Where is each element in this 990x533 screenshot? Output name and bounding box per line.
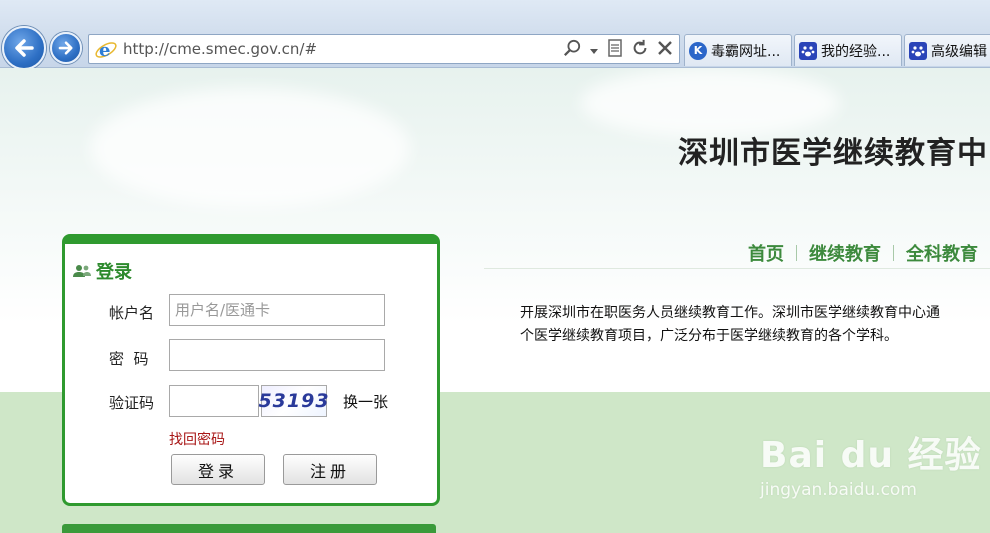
address-url[interactable]: http://cme.smec.gov.cn/#	[123, 40, 317, 58]
refresh-icon[interactable]	[631, 39, 649, 62]
nav-divider-line	[484, 268, 990, 269]
arrow-left-icon	[15, 39, 34, 57]
intro-line: 个医学继续教育项目，广泛分布于医学继续教育的各个学科。	[520, 328, 898, 344]
account-input[interactable]	[169, 294, 385, 326]
site-nav: 首页 继续教育 全科教育	[748, 240, 978, 266]
password-label: 密 码	[109, 350, 149, 368]
refresh-captcha-link[interactable]: 换一张	[343, 391, 388, 412]
browser-tab-1[interactable]: K 毒霸网址...	[684, 34, 792, 66]
login-panel: 登录 帐户名 密 码 验证码 53193 换一张 找回密码 登录 注册	[62, 234, 440, 506]
nav-general-practice[interactable]: 全科教育	[906, 240, 978, 266]
background-cloud	[90, 88, 410, 208]
watermark-logo-text: Bai du 经验	[760, 435, 982, 476]
address-bar[interactable]: e http://cme.smec.gov.cn/#	[88, 34, 680, 64]
next-panel-header	[62, 524, 436, 533]
password-input[interactable]	[169, 339, 385, 371]
ie-logo-icon: e	[95, 40, 117, 61]
browser-tab-3[interactable]: 高级编辑	[904, 34, 990, 66]
browser-tab-2[interactable]: 我的经验...	[794, 34, 902, 66]
forward-button[interactable]	[50, 32, 82, 64]
forgot-password-link[interactable]: 找回密码	[169, 429, 225, 449]
login-header: 登录	[73, 258, 132, 284]
nav-home[interactable]: 首页	[748, 240, 784, 266]
tab-label: 高级编辑	[931, 43, 987, 60]
browser-chrome: e http://cme.smec.gov.cn/# K 毒霸网址... 我的经…	[0, 0, 990, 70]
tab-label: 我的经验...	[821, 43, 891, 60]
account-label: 帐户名	[109, 304, 155, 322]
intro-line: 开展深圳市在职医务人员继续教育工作。深圳市医学继续教育中心通	[520, 305, 940, 321]
captcha-image[interactable]: 53193	[258, 385, 329, 417]
address-tools	[563, 39, 673, 62]
users-icon	[73, 265, 91, 277]
arrow-right-icon	[58, 41, 73, 55]
stop-icon[interactable]	[657, 40, 673, 61]
nav-divider	[893, 245, 894, 261]
back-button[interactable]	[2, 26, 46, 70]
kingsoft-icon: K	[689, 41, 707, 60]
intro-text: 开展深圳市在职医务人员继续教育工作。深圳市医学继续教育中心通 个医学继续教育项目…	[520, 302, 990, 348]
register-button[interactable]: 注册	[283, 454, 377, 485]
search-icon[interactable]	[563, 39, 581, 62]
svg-text:e: e	[99, 40, 110, 61]
captcha-input[interactable]	[169, 385, 259, 417]
dropdown-arrow-icon[interactable]	[589, 41, 599, 61]
nav-divider	[796, 245, 797, 261]
tab-label: 毒霸网址...	[711, 43, 781, 60]
nav-continuing-education[interactable]: 继续教育	[809, 240, 881, 266]
web-page: 深圳市医学继续教育中 首页 继续教育 全科教育 开展深圳市在职医务人员继续教育工…	[0, 68, 990, 533]
site-title: 深圳市医学继续教育中	[678, 136, 988, 171]
baidu-paw-icon	[799, 41, 817, 60]
watermark-url: jingyan.baidu.com	[760, 480, 917, 500]
captcha-label: 验证码	[109, 394, 155, 412]
login-button[interactable]: 登录	[171, 454, 265, 485]
baidu-watermark: Bai du 经验 jingyan.baidu.com	[760, 426, 982, 500]
login-title: 登录	[96, 262, 132, 283]
compatibility-view-icon[interactable]	[607, 39, 623, 62]
baidu-paw-icon	[909, 41, 927, 60]
